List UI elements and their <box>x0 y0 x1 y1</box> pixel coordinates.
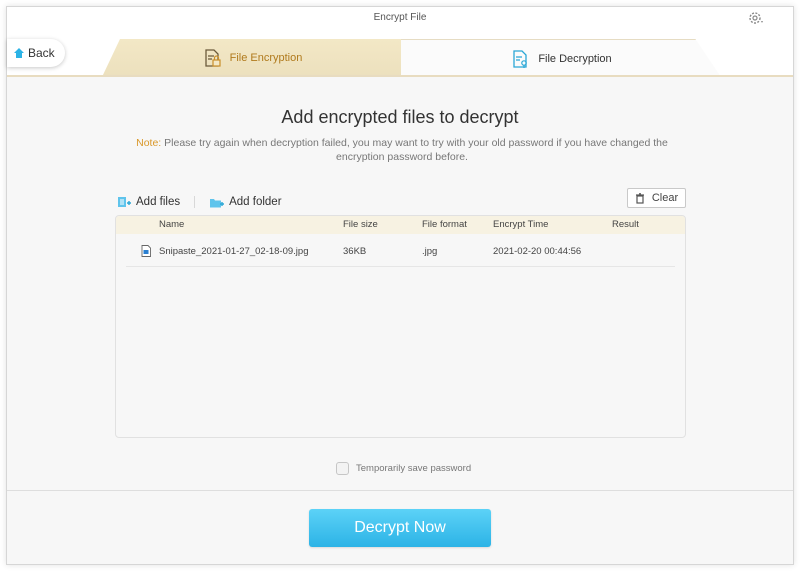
column-header-result: Result <box>612 219 639 230</box>
image-file-icon <box>141 245 151 257</box>
footer-divider <box>7 490 793 491</box>
table-header: Name File size File format Encrypt Time … <box>116 216 685 234</box>
tab-file-encryption[interactable]: File Encryption <box>102 39 402 77</box>
clear-button[interactable]: Clear <box>627 188 686 208</box>
folder-icon <box>210 198 225 207</box>
column-header-time: Encrypt Time <box>493 219 549 230</box>
settings-button[interactable] <box>747 9 765 27</box>
files-icon <box>118 196 131 207</box>
column-header-format: File format <box>422 219 467 230</box>
file-name: Snipaste_2021-01-27_02-18-09.jpg <box>159 246 309 257</box>
divider <box>194 196 196 208</box>
save-password-label: Temporarily save password <box>356 463 472 474</box>
back-button[interactable]: Back <box>7 39 65 67</box>
window-title: Encrypt File <box>373 12 427 23</box>
gear-icon <box>749 12 763 24</box>
add-files-label: Add files <box>136 196 181 208</box>
document-lock-icon <box>204 49 221 67</box>
tab-file-decryption[interactable]: File Decryption <box>401 39 721 77</box>
note-body: Please try again when decryption failed,… <box>161 137 668 163</box>
save-password-option[interactable]: Temporarily save password <box>336 462 471 475</box>
save-password-checkbox[interactable] <box>336 462 349 475</box>
app-window: Encrypt File File Encryption File Decryp… <box>6 6 794 565</box>
table-row[interactable]: Snipaste_2021-01-27_02-18-09.jpg 36KB .j… <box>126 236 675 267</box>
tab-label: File Decryption <box>538 52 612 65</box>
column-header-name: Name <box>159 219 185 230</box>
home-arrow-icon <box>14 48 24 58</box>
back-label: Back <box>28 46 55 60</box>
add-files-button[interactable]: Add files <box>117 196 180 209</box>
add-folder-button[interactable]: Add folder <box>209 196 282 209</box>
trash-icon <box>635 192 644 204</box>
decrypt-now-button[interactable]: Decrypt Now <box>309 509 491 547</box>
file-table: Name File size File format Encrypt Time … <box>115 215 686 438</box>
tab-underline <box>7 75 793 77</box>
file-actions: Add files Add folder <box>117 191 282 213</box>
tab-strip: File Encryption File Decryption <box>7 33 793 77</box>
page-title: Add encrypted files to decrypt <box>281 107 519 127</box>
file-size: 36KB <box>343 246 367 257</box>
add-folder-label: Add folder <box>229 196 282 208</box>
encrypt-time: 2021-02-20 00:44:56 <box>493 246 582 257</box>
file-format: .jpg <box>422 246 438 257</box>
column-header-size: File size <box>343 219 378 230</box>
note-text: Note: Please try again when decryption f… <box>122 136 682 164</box>
tab-label: File Encryption <box>229 52 303 64</box>
clear-label: Clear <box>651 192 679 204</box>
document-key-icon <box>513 49 528 68</box>
note-label: Note: <box>136 137 162 149</box>
title-bar: Encrypt File <box>7 7 793 33</box>
